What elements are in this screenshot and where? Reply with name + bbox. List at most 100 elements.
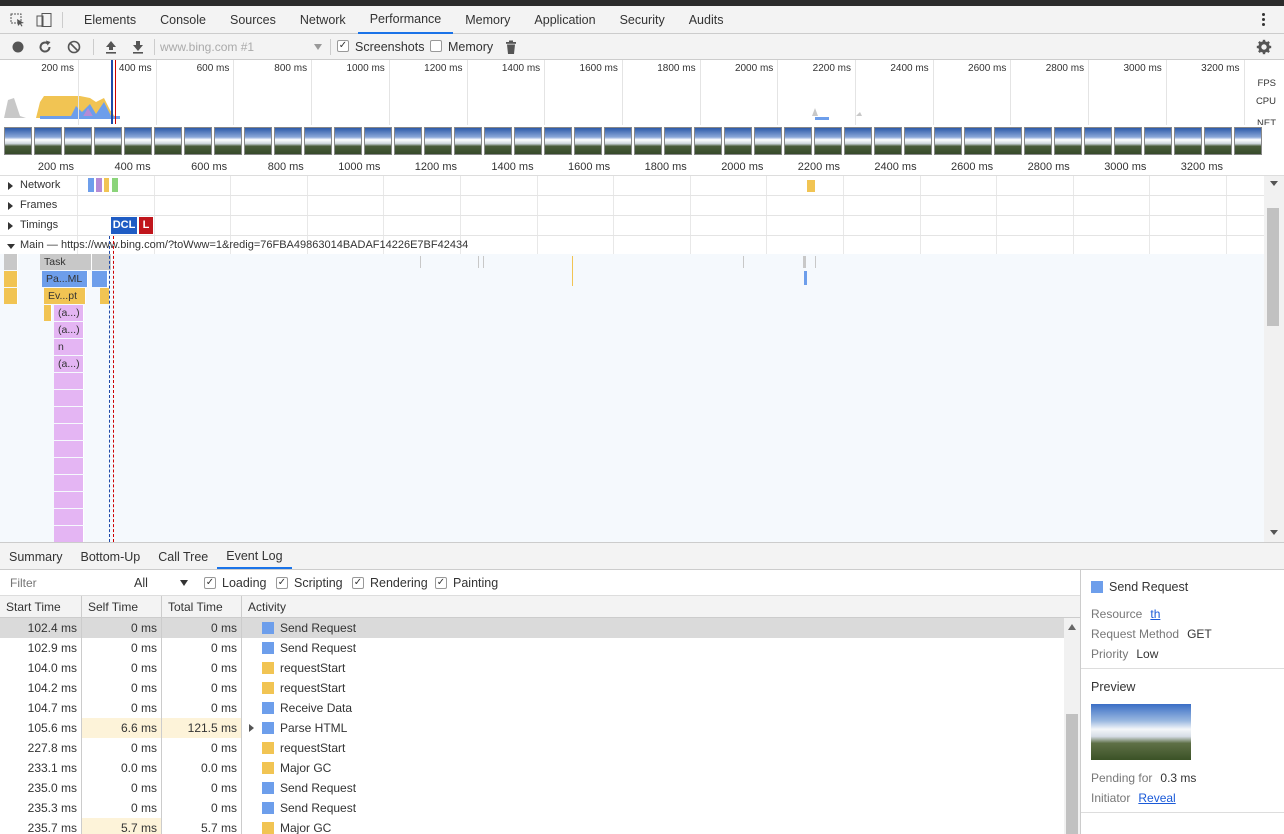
tab-application[interactable]: Application xyxy=(522,6,607,34)
flame-block[interactable] xyxy=(54,458,84,474)
screenshot-thumbnail[interactable] xyxy=(484,127,512,155)
self-time-column-header[interactable]: Self Time xyxy=(82,596,162,618)
screenshot-thumbnail[interactable] xyxy=(784,127,812,155)
screenshot-thumbnail[interactable] xyxy=(724,127,752,155)
flamechart-scrollbar[interactable] xyxy=(1264,176,1284,542)
screenshot-thumbnail[interactable] xyxy=(694,127,722,155)
screenshot-thumbnail[interactable] xyxy=(634,127,662,155)
scrollbar-thumb[interactable] xyxy=(1267,208,1279,326)
screenshot-thumbnail[interactable] xyxy=(34,127,62,155)
screenshot-thumbnail[interactable] xyxy=(664,127,692,155)
start-time-column-header[interactable]: Start Time xyxy=(0,596,82,618)
network-track[interactable]: Network xyxy=(0,176,1264,196)
screenshot-thumbnail[interactable] xyxy=(274,127,302,155)
flamechart-area[interactable]: Network Frames Timings DCL L Main — http… xyxy=(0,176,1264,542)
screenshot-thumbnail[interactable] xyxy=(154,127,182,155)
scrollbar-thumb[interactable] xyxy=(1066,714,1078,834)
flame-block[interactable] xyxy=(4,288,18,304)
tab-elements[interactable]: Elements xyxy=(72,6,148,34)
tab-sources[interactable]: Sources xyxy=(218,6,288,34)
load-profile-icon[interactable] xyxy=(103,39,119,55)
tab-security[interactable]: Security xyxy=(608,6,677,34)
timings-track[interactable]: Timings DCL L xyxy=(0,216,1264,236)
flame-block-task[interactable]: Task xyxy=(40,254,92,270)
event-log-scrollbar[interactable] xyxy=(1064,618,1080,834)
expand-triangle-icon[interactable] xyxy=(8,202,13,210)
event-row[interactable]: 105.6 ms 6.6 ms 121.5 ms Parse HTML xyxy=(0,718,1064,738)
screenshot-thumbnail[interactable] xyxy=(514,127,542,155)
frames-track[interactable]: Frames xyxy=(0,196,1264,216)
record-icon[interactable] xyxy=(10,39,26,55)
network-request-bar[interactable] xyxy=(96,178,102,192)
dcl-timing-marker[interactable]: DCL xyxy=(111,217,137,234)
flame-block[interactable] xyxy=(54,492,84,508)
flame-block[interactable] xyxy=(54,407,84,423)
painting-checkbox[interactable]: ✓ xyxy=(435,577,447,589)
network-request-bar[interactable] xyxy=(104,178,109,192)
scroll-down-arrow-icon[interactable] xyxy=(1270,530,1278,535)
recording-select[interactable]: www.bing.com #1 xyxy=(160,39,324,55)
duration-filter-select[interactable]: All xyxy=(134,574,190,592)
reveal-link[interactable]: Reveal xyxy=(1138,791,1175,805)
settings-gear-icon[interactable] xyxy=(1256,39,1272,55)
screenshot-thumbnail[interactable] xyxy=(574,127,602,155)
flame-block-n[interactable]: n xyxy=(54,339,84,355)
tab-memory[interactable]: Memory xyxy=(453,6,522,34)
flame-block[interactable] xyxy=(44,305,52,321)
screenshot-thumbnail[interactable] xyxy=(1114,127,1142,155)
screenshot-thumbnail[interactable] xyxy=(844,127,872,155)
flame-block[interactable] xyxy=(54,390,84,406)
screenshot-thumbnail[interactable] xyxy=(1144,127,1172,155)
event-row[interactable]: 227.8 ms 0 ms 0 ms requestStart xyxy=(0,738,1064,758)
screenshot-thumbnail[interactable] xyxy=(1234,127,1262,155)
screenshot-thumbnail[interactable] xyxy=(964,127,992,155)
details-tab-call-tree[interactable]: Call Tree xyxy=(149,543,217,569)
details-tab-summary[interactable]: Summary xyxy=(0,543,71,569)
total-time-column-header[interactable]: Total Time xyxy=(162,596,242,618)
screenshot-thumbnail[interactable] xyxy=(934,127,962,155)
screenshot-thumbnail[interactable] xyxy=(994,127,1022,155)
device-toolbar-icon[interactable] xyxy=(36,13,52,27)
inspect-element-icon[interactable] xyxy=(10,13,26,27)
expand-triangle-icon[interactable] xyxy=(249,724,254,732)
flame-block[interactable] xyxy=(4,254,18,270)
network-request-bar[interactable] xyxy=(807,180,815,192)
screenshots-checkbox[interactable]: ✓ xyxy=(337,40,349,52)
flame-block[interactable] xyxy=(4,271,18,287)
tab-performance[interactable]: Performance xyxy=(357,6,454,34)
resource-link[interactable]: th xyxy=(1150,607,1160,621)
expand-triangle-icon[interactable] xyxy=(8,222,13,230)
main-thread-track-header[interactable]: Main — https://www.bing.com/?toWww=1&red… xyxy=(0,236,1264,254)
screenshot-thumbnail[interactable] xyxy=(874,127,902,155)
event-row[interactable]: 104.7 ms 0 ms 0 ms Receive Data xyxy=(0,698,1064,718)
flame-block-parse-html[interactable]: Pa...ML xyxy=(42,271,88,287)
screenshot-thumbnail[interactable] xyxy=(1204,127,1232,155)
screenshot-thumbnail[interactable] xyxy=(1084,127,1112,155)
load-timing-marker[interactable]: L xyxy=(139,217,153,234)
tab-audits[interactable]: Audits xyxy=(677,6,736,34)
flame-block[interactable] xyxy=(92,271,108,287)
expand-triangle-icon[interactable] xyxy=(8,182,13,190)
screenshot-thumbnail[interactable] xyxy=(814,127,842,155)
tab-console[interactable]: Console xyxy=(148,6,218,34)
activity-column-header[interactable]: Activity xyxy=(242,596,1064,618)
scripting-checkbox[interactable]: ✓ xyxy=(276,577,288,589)
screenshot-thumbnail[interactable] xyxy=(214,127,242,155)
screenshot-thumbnail[interactable] xyxy=(94,127,122,155)
tab-network[interactable]: Network xyxy=(288,6,358,34)
screenshot-thumbnail[interactable] xyxy=(1174,127,1202,155)
scroll-up-arrow-icon[interactable] xyxy=(1068,624,1076,630)
event-row[interactable]: 102.9 ms 0 ms 0 ms Send Request xyxy=(0,638,1064,658)
reload-record-icon[interactable] xyxy=(37,39,53,55)
screenshot-thumbnail[interactable] xyxy=(124,127,152,155)
screenshot-thumbnail[interactable] xyxy=(424,127,452,155)
event-row[interactable]: 104.2 ms 0 ms 0 ms requestStart xyxy=(0,678,1064,698)
details-tab-event-log[interactable]: Event Log xyxy=(217,543,292,569)
screenshot-thumbnail[interactable] xyxy=(334,127,362,155)
filter-input[interactable] xyxy=(6,574,126,592)
more-options-icon[interactable] xyxy=(1262,12,1266,28)
loading-checkbox[interactable]: ✓ xyxy=(204,577,216,589)
screenshots-filmstrip[interactable] xyxy=(0,125,1284,157)
screenshot-thumbnail[interactable] xyxy=(904,127,932,155)
screenshot-thumbnail[interactable] xyxy=(4,127,32,155)
